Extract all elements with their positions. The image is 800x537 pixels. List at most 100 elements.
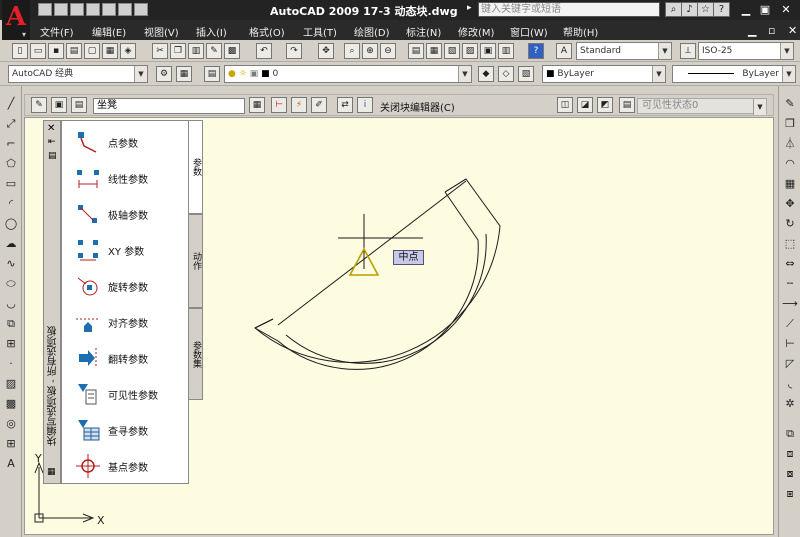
plot-icon[interactable]: ▤ (66, 43, 82, 59)
array-icon[interactable]: ▦ (782, 176, 798, 192)
point-icon[interactable]: · (3, 356, 19, 372)
paste-icon[interactable]: ▥ (188, 43, 204, 59)
palette-item-flip[interactable]: 翻转参数 (62, 341, 190, 375)
update-parameter-icon[interactable]: ⇄ (337, 97, 353, 113)
search-input[interactable]: 键入关键字或短语 (478, 2, 660, 17)
erase-icon[interactable]: ✎ (782, 96, 798, 112)
palette-item-xy[interactable]: XY 参数 (62, 233, 190, 267)
linetype-select[interactable]: ByLayer ▼ (672, 65, 796, 83)
explode-icon[interactable]: ✲ (782, 396, 798, 412)
tool-palettes-icon[interactable]: ▧ (444, 43, 460, 59)
block-name-field[interactable]: 坐凳 (93, 98, 245, 114)
match-properties-icon[interactable]: ✎ (206, 43, 222, 59)
help-icon[interactable]: ? (528, 43, 544, 59)
menu-window[interactable]: 窗口(W) (510, 24, 548, 39)
zoom-realtime-icon[interactable]: ⌕ (344, 43, 360, 59)
arc-icon[interactable]: ◜ (3, 196, 19, 212)
menu-dimension[interactable]: 标注(N) (406, 24, 441, 39)
menu-help[interactable]: 帮助(H) (563, 24, 598, 39)
region-icon[interactable]: ◎ (3, 416, 19, 432)
spline-icon[interactable]: ∿ (3, 256, 19, 272)
dim-style-icon[interactable]: ⟂ (680, 43, 696, 59)
redo-icon[interactable] (118, 3, 132, 16)
my-workspace-icon[interactable]: ▦ (176, 66, 192, 82)
color-select[interactable]: ■ ByLayer ▼ (542, 65, 666, 83)
save-icon[interactable] (70, 3, 84, 16)
open-file-icon[interactable] (54, 3, 68, 16)
edit-block-icon[interactable]: ✎ (31, 97, 47, 113)
design-center-icon[interactable]: ▦ (426, 43, 442, 59)
palette-grip-icon[interactable]: ▦ (47, 467, 56, 477)
trim-icon[interactable]: ╌ (782, 276, 798, 292)
send-back-icon[interactable]: ⧇ (782, 466, 798, 482)
insert-block-icon[interactable]: ⧉ (3, 316, 19, 332)
print-icon[interactable] (86, 3, 100, 16)
palette-item-point[interactable]: 点参数 (62, 125, 190, 159)
properties-icon[interactable]: ▤ (408, 43, 424, 59)
autohide-icon[interactable]: ⇤ (48, 137, 56, 147)
table-icon[interactable]: ⊞ (3, 436, 19, 452)
undo-icon[interactable] (102, 3, 116, 16)
dim-style-select[interactable]: ISO-25 ▼ (698, 42, 794, 60)
menu-format[interactable]: 格式(O) (249, 24, 285, 39)
menu-draw[interactable]: 绘图(D) (354, 24, 390, 39)
palette-item-alignment[interactable]: 对齐参数 (62, 305, 190, 339)
rectangle-icon[interactable]: ▭ (3, 176, 19, 192)
cut-icon[interactable]: ✂ (152, 43, 168, 59)
fillet-icon[interactable]: ◟ (782, 376, 798, 392)
save-block-icon[interactable]: ▣ (51, 97, 67, 113)
help-icon[interactable]: ? (713, 2, 730, 17)
subscription-icon[interactable]: ♪ (681, 2, 698, 17)
offset-icon[interactable]: ◠ (782, 156, 798, 172)
close-icon[interactable]: ✕ (47, 123, 55, 134)
block-editor-icon[interactable]: ▩ (224, 43, 240, 59)
layer-select[interactable]: ● ☼ ▣ ■ 0 ▼ (224, 65, 472, 83)
hatch-icon[interactable]: ▨ (3, 376, 19, 392)
doc-minimize-button[interactable]: ▁ (748, 24, 756, 37)
make-block-icon[interactable]: ⊞ (3, 336, 19, 352)
tab-actions[interactable]: 动作 (189, 214, 203, 308)
quick-access-dropdown-icon[interactable] (134, 3, 148, 16)
copy-object-icon[interactable]: ❐ (782, 116, 798, 132)
pan-icon[interactable]: ✥ (318, 43, 334, 59)
layer-state-icon[interactable]: ▧ (518, 66, 534, 82)
text-style-icon[interactable]: A (556, 43, 572, 59)
workspace-select[interactable]: AutoCAD 经典 ▼ (8, 65, 148, 83)
palette-item-polar[interactable]: 极轴参数 (62, 197, 190, 231)
define-attribute-icon[interactable]: ✐ (311, 97, 327, 113)
palette-title-bar[interactable]: ✕ ⇤ ▤ 块编写选项板 - 所有选项板 ▦ (43, 120, 61, 484)
layer-properties-icon[interactable]: ▤ (204, 66, 220, 82)
authoring-palettes-icon[interactable]: ▦ (249, 97, 265, 113)
redo-icon[interactable]: ↷ (286, 43, 302, 59)
menu-insert[interactable]: 插入(I) (196, 24, 227, 39)
menu-view[interactable]: 视图(V) (144, 24, 179, 39)
minimize-button[interactable]: ▁ (738, 2, 754, 17)
sheet-set-icon[interactable]: ▨ (462, 43, 478, 59)
3d-dwf-icon[interactable]: ◈ (120, 43, 136, 59)
zoom-previous-icon[interactable]: ⊖ (380, 43, 396, 59)
make-visible-icon[interactable]: ◪ (577, 97, 593, 113)
open-icon[interactable]: ▭ (30, 43, 46, 59)
search-icon[interactable]: ⌕ (665, 2, 682, 17)
extend-icon[interactable]: ⟶ (782, 296, 798, 312)
palette-item-lookup[interactable]: 查寻参数 (62, 413, 190, 447)
join-icon[interactable]: ⊢ (782, 336, 798, 352)
scale-icon[interactable]: ⬚ (782, 236, 798, 252)
bring-above-icon[interactable]: ⧆ (782, 486, 798, 502)
close-block-editor-button[interactable]: 关闭块编辑器(C) (380, 99, 455, 114)
break-icon[interactable]: ⟋ (782, 316, 798, 332)
parameter-icon[interactable]: ⊢ (271, 97, 287, 113)
doc-restore-button[interactable]: ▫ (768, 24, 775, 37)
move-icon[interactable]: ✥ (782, 196, 798, 212)
save-icon[interactable]: ▪ (48, 43, 64, 59)
tab-parameter-sets[interactable]: 参数集 (189, 308, 203, 400)
manage-visibility-icon[interactable]: ▤ (619, 97, 635, 113)
publish-icon[interactable]: ▦ (102, 43, 118, 59)
zoom-window-icon[interactable]: ⊕ (362, 43, 378, 59)
text-style-select[interactable]: Standard ▼ (576, 42, 672, 60)
palette-item-rotation[interactable]: 旋转参数 (62, 269, 190, 303)
new-file-icon[interactable] (38, 3, 52, 16)
new-icon[interactable]: ▯ (12, 43, 28, 59)
communication-icon[interactable]: ☆ (697, 2, 714, 17)
palette-item-visibility[interactable]: 可见性参数 (62, 377, 190, 411)
